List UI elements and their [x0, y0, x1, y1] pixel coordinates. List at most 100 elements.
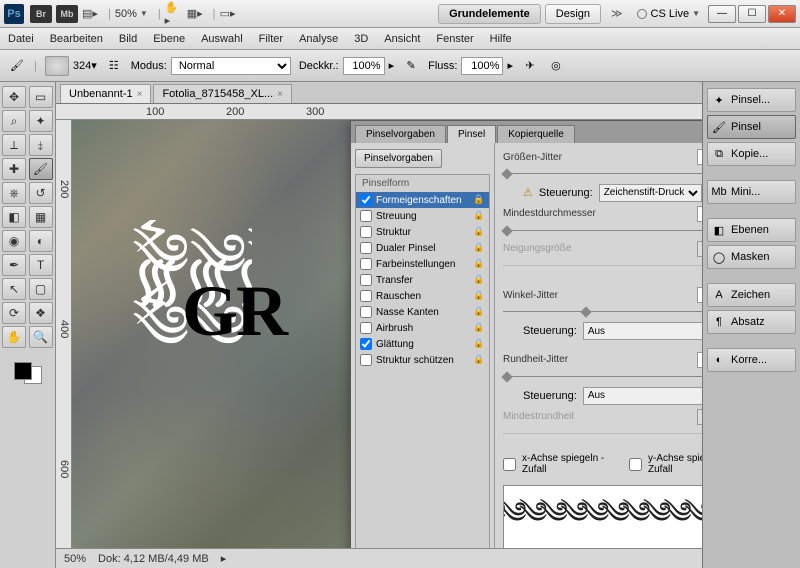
menu-datei[interactable]: Datei: [8, 33, 34, 45]
workspace-more[interactable]: ≫: [611, 7, 623, 20]
brush-option-row[interactable]: Rauschen🔒: [356, 288, 489, 304]
3d-camera-tool[interactable]: ❖: [29, 302, 53, 324]
dock-button[interactable]: AZeichen: [707, 283, 796, 307]
row-checkbox[interactable]: [360, 322, 372, 334]
lock-icon[interactable]: 🔒: [473, 226, 485, 238]
opacity-input[interactable]: [343, 57, 385, 75]
dock-button[interactable]: ✦Pinsel...: [707, 88, 796, 112]
workspace-design[interactable]: Design: [545, 4, 601, 24]
color-swatch[interactable]: [2, 356, 53, 386]
lock-icon[interactable]: 🔒: [473, 242, 485, 254]
close-button[interactable]: ✕: [768, 5, 796, 23]
panel-tab-kopierquelle[interactable]: Kopierquelle: [497, 125, 575, 143]
lock-icon[interactable]: 🔒: [473, 210, 485, 222]
size-jitter-slider[interactable]: [503, 169, 702, 178]
move-tool[interactable]: ✥: [2, 86, 26, 108]
airbrush-icon[interactable]: ✈: [521, 57, 539, 75]
dock-button[interactable]: ◧Ebenen: [707, 218, 796, 242]
wand-tool[interactable]: ✦: [29, 110, 53, 132]
menu-hilfe[interactable]: Hilfe: [490, 33, 512, 45]
stamp-tool[interactable]: ⎈: [2, 182, 26, 204]
brush-option-row[interactable]: Struktur🔒: [356, 224, 489, 240]
size-jitter-input[interactable]: [697, 149, 702, 165]
menu-analyse[interactable]: Analyse: [299, 33, 338, 45]
brush-option-row[interactable]: Transfer🔒: [356, 272, 489, 288]
brush-panel-toggle[interactable]: ☷: [105, 57, 123, 75]
control-select[interactable]: Zeichenstift-Druck: [599, 184, 702, 202]
brush-tool-icon[interactable]: 🖌: [8, 57, 26, 75]
dock-button[interactable]: MbMini...: [707, 180, 796, 204]
cslive-button[interactable]: CS Live▼: [637, 8, 700, 20]
zoom-dropdown[interactable]: 50%▼: [115, 8, 148, 20]
arrange-icon[interactable]: ▦▸: [187, 6, 203, 22]
dock-button[interactable]: ◐Korre...: [707, 348, 796, 372]
brush-option-row[interactable]: Farbeinstellungen🔒: [356, 256, 489, 272]
menu-ebene[interactable]: Ebene: [153, 33, 185, 45]
3d-tool[interactable]: ⟳: [2, 302, 26, 324]
menu-filter[interactable]: Filter: [259, 33, 283, 45]
brush-option-row[interactable]: Streuung🔒: [356, 208, 489, 224]
menu-ansicht[interactable]: Ansicht: [384, 33, 420, 45]
minimize-button[interactable]: —: [708, 5, 736, 23]
min-diameter-slider[interactable]: [503, 226, 702, 235]
dock-button[interactable]: 🖌Pinsel: [707, 115, 796, 139]
row-checkbox[interactable]: [360, 258, 372, 270]
canvas[interactable]: ⚡︎༄༄༄᯾᯾᯾⚡︎༄༄ GR Pinselvorgaben Pinsel Ko…: [72, 120, 702, 548]
pen-tool[interactable]: ✒: [2, 254, 26, 276]
type-tool[interactable]: T: [29, 254, 53, 276]
menu-bearbeiten[interactable]: Bearbeiten: [50, 33, 103, 45]
dock-button[interactable]: ⧉Kopie...: [707, 142, 796, 166]
min-diameter-input[interactable]: [697, 206, 702, 222]
brush-tool[interactable]: 🖌: [29, 158, 53, 180]
round-control-select[interactable]: Aus: [583, 387, 702, 405]
lock-icon[interactable]: 🔒: [473, 306, 485, 318]
history-brush-tool[interactable]: ↺: [29, 182, 53, 204]
row-checkbox[interactable]: [360, 210, 372, 222]
zoom-tool[interactable]: 🔍: [29, 326, 53, 348]
brush-preset-picker[interactable]: 324▾: [45, 56, 97, 76]
hand-icon[interactable]: ✋▸: [165, 6, 181, 22]
brush-option-row[interactable]: Nasse Kanten🔒: [356, 304, 489, 320]
lock-icon[interactable]: 🔒: [473, 322, 485, 334]
status-zoom[interactable]: 50%: [64, 553, 86, 565]
lock-icon[interactable]: 🔒: [473, 338, 485, 350]
bridge-button[interactable]: Br: [30, 5, 52, 23]
crop-tool[interactable]: ⟂: [2, 134, 26, 156]
angle-jitter-input[interactable]: [697, 287, 702, 303]
brush-option-row[interactable]: Dualer Pinsel🔒: [356, 240, 489, 256]
brush-option-row[interactable]: Airbrush🔒: [356, 320, 489, 336]
doc-tab-1[interactable]: Fotolia_8715458_XL...×: [153, 84, 292, 103]
eyedropper-tool[interactable]: ⤈: [29, 134, 53, 156]
flow-input[interactable]: [461, 57, 503, 75]
panel-tab-presets[interactable]: Pinselvorgaben: [355, 125, 446, 143]
angle-jitter-slider[interactable]: [503, 307, 702, 316]
brush-option-row[interactable]: Struktur schützen🔒: [356, 352, 489, 368]
dodge-tool[interactable]: ◐: [29, 230, 53, 252]
menu-auswahl[interactable]: Auswahl: [201, 33, 243, 45]
flip-x-checkbox[interactable]: [503, 458, 516, 471]
lock-icon[interactable]: 🔒: [473, 258, 485, 270]
maximize-button[interactable]: ☐: [738, 5, 766, 23]
blur-tool[interactable]: ◉: [2, 230, 26, 252]
marquee-tool[interactable]: ▭: [29, 86, 53, 108]
close-icon[interactable]: ×: [137, 89, 143, 100]
doc-tab-0[interactable]: Unbenannt-1×: [60, 84, 151, 103]
menu-bild[interactable]: Bild: [119, 33, 137, 45]
path-select-tool[interactable]: ↖: [2, 278, 26, 300]
shape-tool[interactable]: ▢: [29, 278, 53, 300]
round-jitter-slider[interactable]: [503, 372, 702, 381]
size-pressure-icon[interactable]: ◎: [547, 57, 565, 75]
brush-presets-button[interactable]: Pinselvorgaben: [355, 149, 442, 168]
dock-button[interactable]: ¶Absatz: [707, 310, 796, 334]
mode-select[interactable]: Normal: [171, 57, 291, 75]
panel-tab-pinsel[interactable]: Pinsel: [447, 125, 496, 143]
workspace-grundelemente[interactable]: Grundelemente: [438, 4, 541, 24]
opacity-pressure-icon[interactable]: ✎: [402, 57, 420, 75]
row-checkbox[interactable]: [360, 306, 372, 318]
row-checkbox[interactable]: [360, 338, 372, 350]
dock-button[interactable]: ◯Masken: [707, 245, 796, 269]
lock-icon[interactable]: 🔒: [473, 274, 485, 286]
eraser-tool[interactable]: ◧: [2, 206, 26, 228]
row-checkbox[interactable]: [360, 354, 372, 366]
row-checkbox[interactable]: [360, 242, 372, 254]
